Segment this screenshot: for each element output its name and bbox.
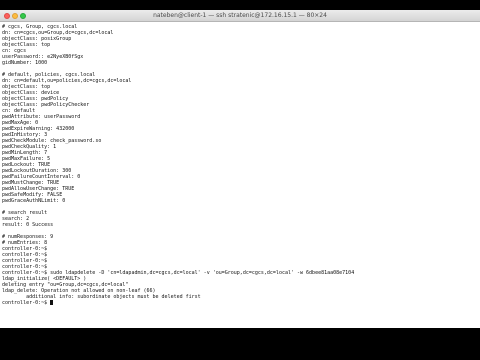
window-title: nateben@client-1 — ssh stratenic@172.16.…	[153, 12, 327, 19]
terminal-output[interactable]: # cgcs, Group, cgcs.local dn: cn=cgcs,ou=…	[2, 24, 478, 326]
letterbox-bottom	[0, 328, 480, 360]
window-titlebar[interactable]: nateben@client-1 — ssh stratenic@172.16.…	[0, 10, 480, 22]
letterbox-top	[0, 0, 480, 10]
terminal-line: controller-0:~$	[2, 300, 478, 306]
screen: nateben@client-1 — ssh stratenic@172.16.…	[0, 0, 480, 360]
terminal-cursor	[50, 300, 54, 305]
